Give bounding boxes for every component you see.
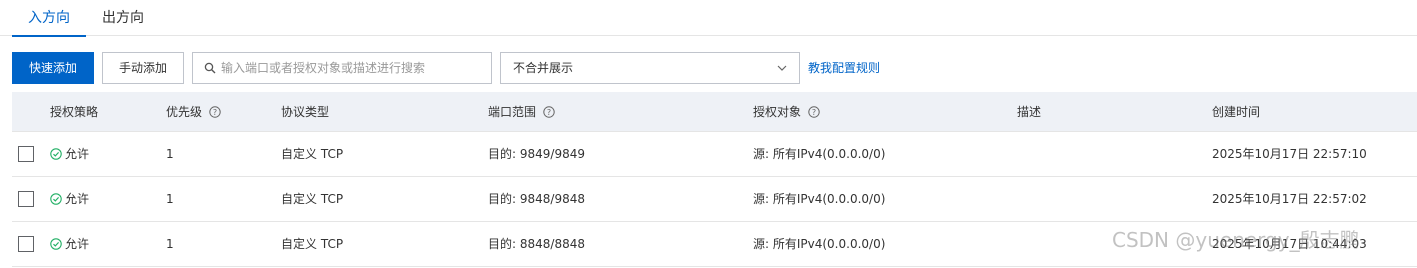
row-checkbox[interactable] bbox=[18, 146, 34, 162]
header-description: 描述 bbox=[1017, 105, 1042, 119]
policy-cell: 允许 bbox=[50, 222, 89, 266]
header-protocol: 协议类型 bbox=[281, 105, 330, 119]
port-range-cell: 目的: 9849/9849 bbox=[488, 147, 585, 161]
quick-add-button[interactable]: 快速添加 bbox=[12, 52, 94, 84]
svg-text:?: ? bbox=[812, 108, 816, 117]
protocol-cell: 自定义 TCP bbox=[281, 147, 344, 161]
question-circle-icon[interactable]: ? bbox=[209, 106, 221, 118]
source-cell: 源: 所有IPv4(0.0.0.0/0) bbox=[753, 237, 886, 251]
search-box[interactable] bbox=[192, 52, 492, 84]
policy-label: 允许 bbox=[65, 192, 90, 206]
source-cell: 源: 所有IPv4(0.0.0.0/0) bbox=[753, 147, 886, 161]
check-circle-icon bbox=[50, 148, 62, 160]
header-created: 创建时间 bbox=[1212, 105, 1261, 119]
table-row: 允许 1 自定义 TCP 目的: 9848/9848 源: 所有IPv4(0.0… bbox=[12, 177, 1417, 222]
check-circle-icon bbox=[50, 238, 62, 250]
policy-label: 允许 bbox=[65, 147, 90, 161]
row-checkbox[interactable] bbox=[18, 236, 34, 252]
search-input[interactable] bbox=[221, 53, 486, 83]
check-circle-icon bbox=[50, 193, 62, 205]
policy-cell: 允许 bbox=[50, 177, 89, 221]
direction-tabs: 入方向 出方向 bbox=[0, 0, 1417, 37]
header-source-wrap: 授权对象 ? bbox=[753, 92, 820, 132]
search-icon bbox=[204, 62, 216, 74]
source-cell: 源: 所有IPv4(0.0.0.0/0) bbox=[753, 192, 886, 206]
created-cell: 2025年10月17日 22:57:02 bbox=[1212, 192, 1367, 206]
header-port-range: 端口范围 bbox=[488, 105, 537, 119]
tab-inbound[interactable]: 入方向 bbox=[12, 0, 86, 37]
manual-add-button[interactable]: 手动添加 bbox=[102, 52, 184, 84]
question-circle-icon[interactable]: ? bbox=[808, 106, 820, 118]
header-port-wrap: 端口范围 ? bbox=[488, 92, 555, 132]
display-mode-value: 不合并展示 bbox=[513, 61, 574, 75]
table-row: 允许 1 自定义 TCP 目的: 9849/9849 源: 所有IPv4(0.0… bbox=[12, 132, 1417, 177]
priority-cell: 1 bbox=[166, 147, 174, 161]
port-range-cell: 目的: 9848/9848 bbox=[488, 192, 585, 206]
policy-cell: 允许 bbox=[50, 132, 89, 176]
priority-cell: 1 bbox=[166, 192, 174, 206]
header-priority-wrap: 优先级 ? bbox=[166, 92, 221, 132]
created-cell: 2025年10月17日 10:44:03 bbox=[1212, 237, 1367, 251]
protocol-cell: 自定义 TCP bbox=[281, 237, 344, 251]
table-header: 授权策略 优先级 ? 协议类型 端口范围 ? 授权对象 ? 描述 创建时间 bbox=[12, 92, 1417, 132]
svg-text:?: ? bbox=[213, 108, 217, 117]
display-mode-select[interactable]: 不合并展示 bbox=[500, 52, 800, 84]
svg-text:?: ? bbox=[547, 108, 551, 117]
priority-cell: 1 bbox=[166, 237, 174, 251]
header-policy: 授权策略 bbox=[50, 105, 99, 119]
created-cell: 2025年10月17日 22:57:10 bbox=[1212, 147, 1367, 161]
table-row: 允许 1 自定义 TCP 目的: 8848/8848 源: 所有IPv4(0.0… bbox=[12, 222, 1417, 267]
row-checkbox[interactable] bbox=[18, 191, 34, 207]
chevron-down-icon bbox=[777, 65, 787, 71]
port-range-cell: 目的: 8848/8848 bbox=[488, 237, 585, 251]
header-source: 授权对象 bbox=[753, 105, 802, 119]
policy-label: 允许 bbox=[65, 237, 90, 251]
protocol-cell: 自定义 TCP bbox=[281, 192, 344, 206]
help-link[interactable]: 教我配置规则 bbox=[808, 52, 880, 84]
tab-outbound[interactable]: 出方向 bbox=[102, 0, 144, 36]
header-priority: 优先级 bbox=[166, 105, 203, 119]
question-circle-icon[interactable]: ? bbox=[543, 106, 555, 118]
